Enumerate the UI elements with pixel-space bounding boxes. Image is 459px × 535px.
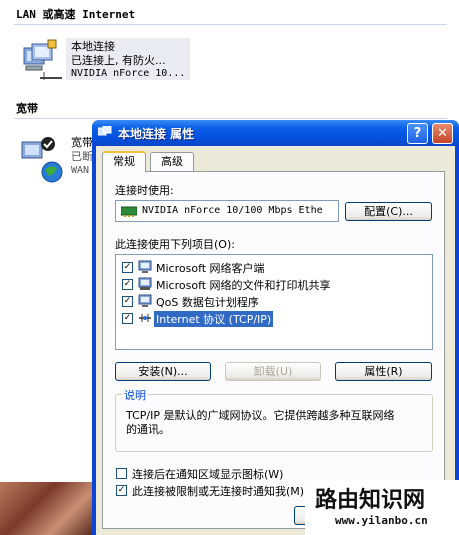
watermark-title: 路由知识网 bbox=[315, 488, 426, 513]
broadband-connection-status: 已断 bbox=[71, 150, 93, 163]
broadband-connection-name: 宽带 bbox=[71, 136, 93, 149]
item-checkbox[interactable]: ✓ bbox=[122, 296, 133, 307]
item-label: Microsoft 网络的文件和打印机共享 bbox=[156, 279, 331, 292]
general-tab-panel: 连接时使用: NVIDIA nForce 10/100 Mbps Ethe 配置… bbox=[102, 171, 445, 529]
broadband-connection-icon bbox=[21, 137, 63, 183]
network-adapter-icon bbox=[121, 206, 137, 217]
notify-checkbox[interactable]: ✓ bbox=[116, 485, 127, 496]
description-group: 说明 TCP/IP 是默认的广域网协议。它提供跨越多种互联网络 的通讯。 bbox=[115, 387, 433, 452]
file-printer-share-icon bbox=[138, 277, 152, 290]
dialog-titlebar[interactable]: 本地连接 属性 ? ✕ bbox=[92, 120, 459, 146]
properties-dialog: 本地连接 属性 ? ✕ 常规 高级 连接时使用: NVIDIA nForce 1… bbox=[92, 120, 459, 535]
item-checkbox[interactable]: ✓ bbox=[122, 279, 133, 290]
lan-connection-device: NVIDIA nForce 10... bbox=[71, 68, 186, 79]
show-icon-label: 连接后在通知区域显示图标(W) bbox=[132, 468, 284, 481]
section-header-broadband: 宽带 bbox=[16, 102, 38, 115]
notify-label: 此连接被限制或无连接时通知我(M) bbox=[132, 485, 305, 498]
list-item-tcpip[interactable]: ✓ Internet 协议 (TCP/IP) bbox=[120, 310, 440, 327]
lan-connection-name: 本地连接 bbox=[71, 40, 115, 53]
adapter-name: NVIDIA nForce 10/100 Mbps Ethe bbox=[142, 205, 323, 216]
qos-scheduler-icon bbox=[138, 294, 152, 307]
network-connection-icon bbox=[98, 126, 112, 136]
adapter-field: NVIDIA nForce 10/100 Mbps Ethe bbox=[115, 200, 339, 222]
item-checkbox[interactable]: ✓ bbox=[122, 262, 133, 273]
watermark-url: www.yilanbo.cn bbox=[335, 514, 428, 527]
protocol-icon bbox=[139, 314, 151, 322]
section-header-lan: LAN 或高速 Internet bbox=[16, 8, 136, 21]
watermark: 路由知识网 www.yilanbo.cn bbox=[305, 480, 459, 535]
item-checkbox[interactable]: ✓ bbox=[122, 313, 133, 324]
dialog-body: 常规 高级 连接时使用: NVIDIA nForce 10/100 Mbps E… bbox=[96, 146, 455, 535]
list-item-network-client[interactable]: ✓ Microsoft 网络客户端 bbox=[120, 259, 440, 276]
properties-button[interactable]: 属性(R) bbox=[335, 362, 432, 381]
list-item-qos[interactable]: ✓ QoS 数据包计划程序 bbox=[120, 293, 440, 310]
item-label: Internet 协议 (TCP/IP) bbox=[154, 311, 274, 327]
uninstall-button[interactable]: 卸载(U) bbox=[225, 362, 321, 381]
tab-advanced[interactable]: 高级 bbox=[150, 152, 194, 171]
network-client-icon bbox=[138, 260, 152, 273]
dialog-title: 本地连接 属性 bbox=[118, 127, 195, 141]
background-photo bbox=[0, 482, 92, 535]
section-divider bbox=[14, 24, 447, 25]
show-icon-checkbox[interactable] bbox=[116, 468, 127, 479]
description-legend: 说明 bbox=[122, 387, 148, 403]
broadband-connection-device: WAN bbox=[71, 165, 90, 176]
close-button[interactable]: ✕ bbox=[432, 123, 453, 144]
lan-connection-status: 已连接上, 有防火... bbox=[71, 54, 166, 67]
item-label: Microsoft 网络客户端 bbox=[156, 262, 265, 275]
install-button[interactable]: 安装(N)... bbox=[115, 362, 211, 381]
section-divider bbox=[14, 118, 447, 119]
help-button[interactable]: ? bbox=[407, 123, 428, 144]
list-item-file-share[interactable]: ✓ Microsoft 网络的文件和打印机共享 bbox=[120, 276, 440, 293]
tab-general[interactable]: 常规 bbox=[102, 151, 146, 172]
items-label: 此连接使用下列项目(O): bbox=[115, 238, 235, 251]
connect-using-label: 连接时使用: bbox=[115, 184, 174, 197]
configure-button[interactable]: 配置(C)... bbox=[345, 202, 432, 221]
network-connection-icon bbox=[23, 39, 62, 80]
components-list[interactable]: ✓ Microsoft 网络客户端 ✓ Microsoft 网络的文件和打印机共… bbox=[115, 254, 433, 350]
description-text-line2: 的通讯。 bbox=[126, 423, 170, 436]
item-label: QoS 数据包计划程序 bbox=[156, 296, 259, 309]
